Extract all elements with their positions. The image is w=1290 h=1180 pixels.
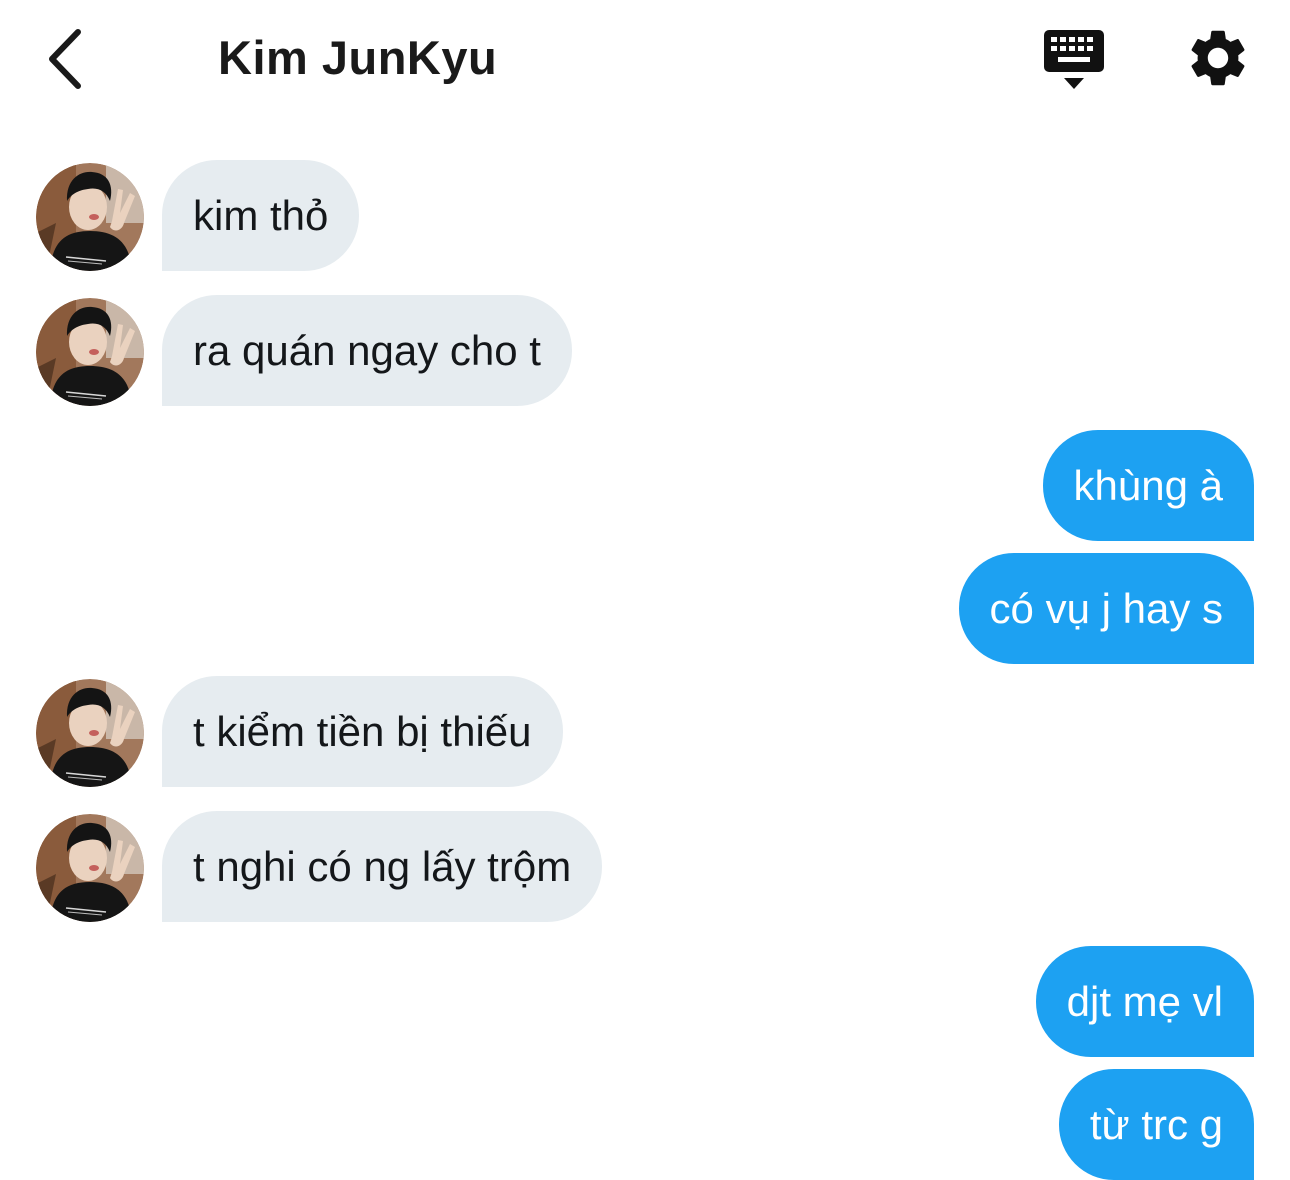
message-bubble-outgoing[interactable]: từ trc g [1058, 1069, 1254, 1180]
message-bubble-incoming[interactable]: ra quán ngay cho t [162, 295, 572, 406]
profile-photo [36, 814, 144, 922]
back-button[interactable] [38, 24, 98, 94]
chevron-left-icon [49, 29, 81, 89]
conversation-header: Kim JunKyu [0, 0, 1290, 118]
gear-icon [1191, 30, 1245, 86]
avatar[interactable] [36, 298, 144, 406]
settings-button[interactable] [1184, 24, 1252, 92]
message-bubble-outgoing[interactable]: có vụ j hay s [958, 553, 1254, 664]
profile-photo [36, 163, 144, 271]
message-bubble-outgoing[interactable]: khùng à [1042, 430, 1254, 541]
profile-photo [36, 679, 144, 787]
page-title: Kim JunKyu [218, 31, 498, 84]
keyboard-button[interactable] [1040, 26, 1110, 94]
message-bubble-incoming[interactable]: t nghi có ng lấy trộm [162, 811, 603, 922]
message-bubble-outgoing[interactable]: djt mẹ vl [1035, 946, 1254, 1057]
message-bubble-incoming[interactable]: t kiểm tiền bị thiếu [162, 676, 563, 787]
keyboard-icon [1044, 30, 1104, 89]
avatar[interactable] [36, 163, 144, 271]
message-bubble-incoming[interactable]: kim thỏ [162, 160, 360, 271]
profile-photo [36, 298, 144, 406]
avatar[interactable] [36, 814, 144, 922]
avatar[interactable] [36, 679, 144, 787]
